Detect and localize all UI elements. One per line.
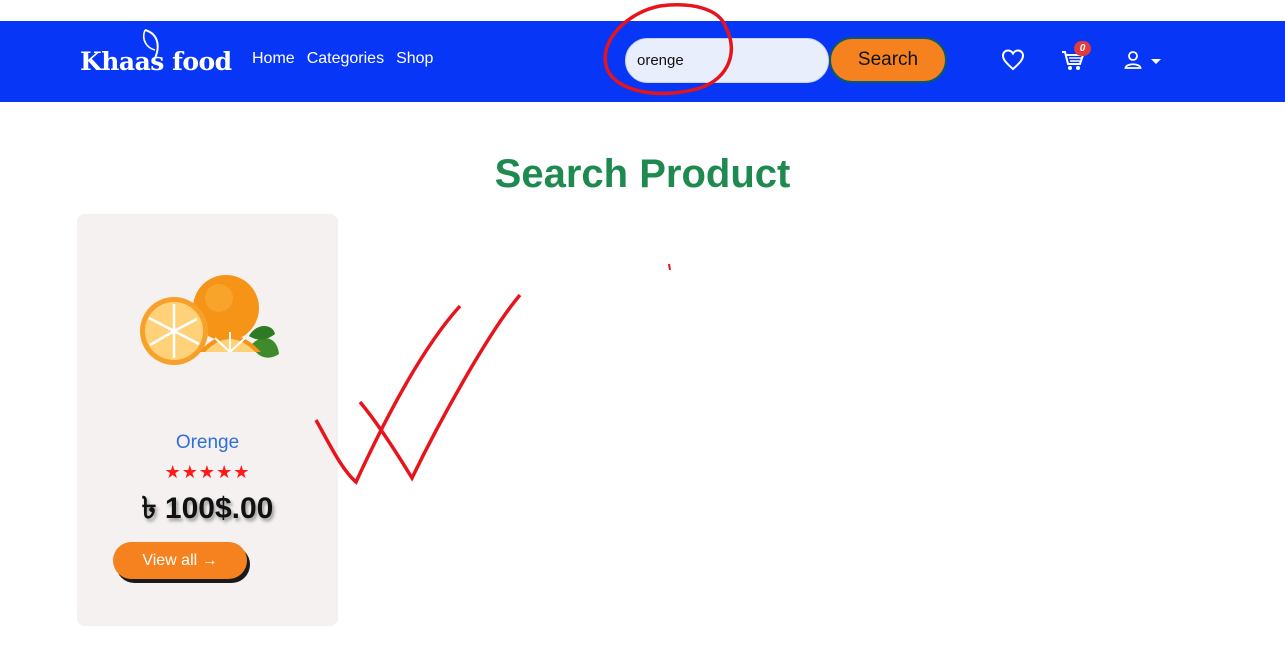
nav-shop[interactable]: Shop [396, 50, 433, 68]
heart-icon[interactable] [1001, 49, 1025, 76]
product-name[interactable]: Orenge [77, 432, 338, 454]
search-button[interactable]: Search [829, 37, 947, 83]
annotation-tick-mark [668, 263, 671, 271]
rating-stars: ★★★★★ [164, 462, 251, 482]
leaf-icon [142, 29, 159, 63]
navbar: Khaas food Home Categories Shop Search 0 [0, 21, 1285, 102]
cart-count-badge: 0 [1074, 41, 1091, 56]
product-card[interactable]: Orenge ★★★★★ ৳ 100$.00 View all → [77, 214, 338, 626]
annotation-check-2 [358, 293, 522, 482]
chevron-down-icon[interactable] [1151, 59, 1161, 64]
view-all-button[interactable]: View all → [113, 542, 247, 579]
main-nav: Home Categories Shop [252, 50, 445, 68]
page-title: Search Product [494, 152, 791, 196]
product-image [140, 275, 279, 365]
user-icon[interactable] [1124, 51, 1142, 74]
top-strip [0, 0, 1285, 21]
nav-home[interactable]: Home [252, 50, 295, 68]
nav-categories[interactable]: Categories [307, 50, 384, 68]
search-input[interactable] [625, 38, 829, 83]
product-price: ৳ 100$.00 [141, 492, 274, 525]
